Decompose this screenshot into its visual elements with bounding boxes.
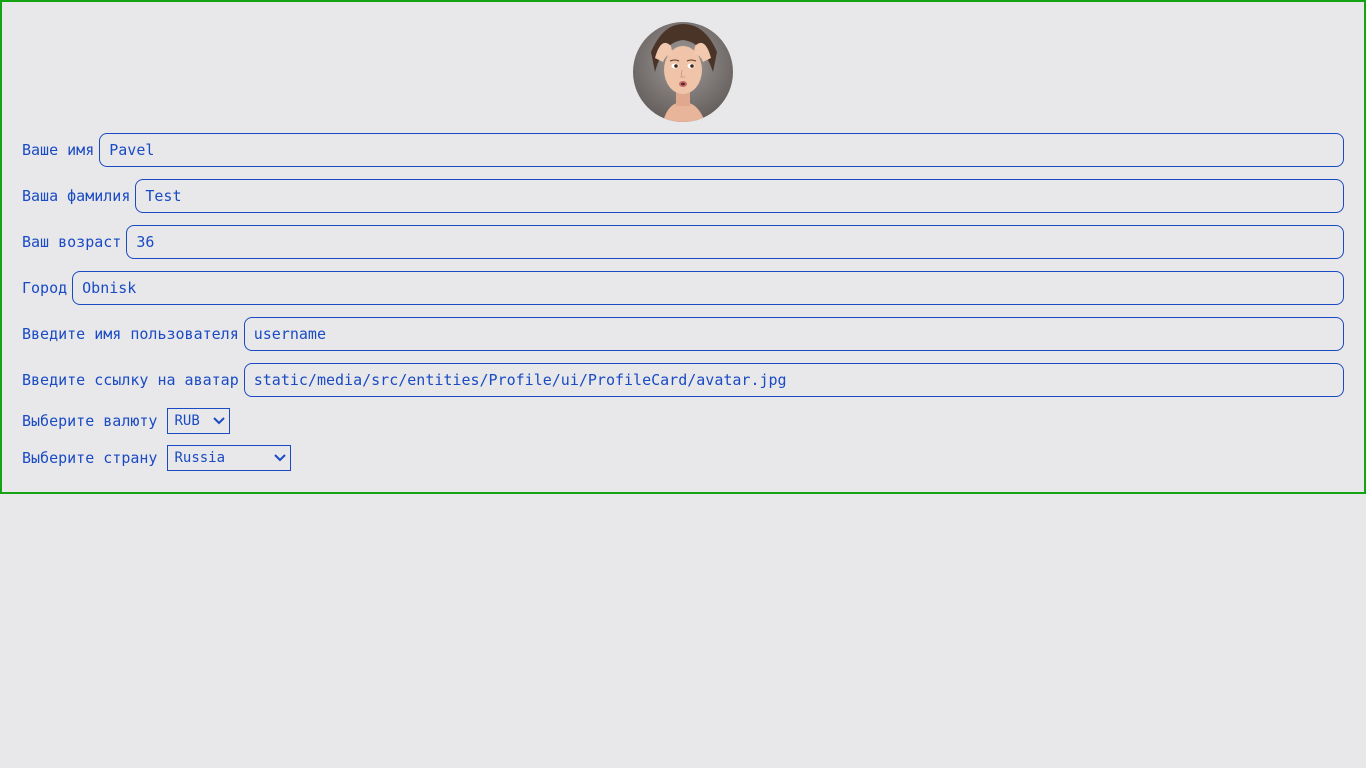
currency-label: Выберите валюту [22, 412, 158, 430]
chevron-down-icon [213, 417, 226, 425]
country-select[interactable]: Russia [167, 445, 292, 471]
age-row: Ваш возраст [22, 224, 1344, 260]
age-input[interactable] [126, 225, 1344, 259]
city-input[interactable] [72, 271, 1344, 305]
first-name-label: Ваше имя [22, 141, 95, 159]
last-name-row: Ваша фамилия [22, 178, 1344, 214]
currency-row: Выберите валюту RUB [22, 408, 231, 434]
country-row: Выберите страну Russia [22, 445, 292, 471]
username-input[interactable] [243, 317, 1344, 351]
username-row: Введите имя пользователя [22, 316, 1344, 352]
last-name-input[interactable] [135, 179, 1344, 213]
age-label: Ваш возраст [22, 233, 122, 251]
avatar-image [633, 22, 733, 122]
country-label: Выберите страну [22, 449, 158, 467]
username-label: Введите имя пользователя [22, 325, 239, 343]
chevron-down-icon [274, 454, 287, 462]
currency-select[interactable]: RUB [167, 408, 231, 434]
profile-card: Ваше имя Ваша фамилия Ваш возраст Город … [0, 0, 1366, 494]
avatar-url-label: Введите ссылку на аватар [22, 371, 239, 389]
first-name-input[interactable] [99, 133, 1344, 167]
avatar-url-row: Введите ссылку на аватар [22, 362, 1344, 398]
city-row: Город [22, 270, 1344, 306]
city-label: Город [22, 279, 68, 297]
last-name-label: Ваша фамилия [22, 187, 131, 205]
country-select-value: Russia [174, 450, 226, 466]
first-name-row: Ваше имя [22, 132, 1344, 168]
currency-select-value: RUB [174, 413, 200, 429]
avatar-url-input[interactable] [243, 363, 1344, 397]
avatar [633, 22, 733, 122]
